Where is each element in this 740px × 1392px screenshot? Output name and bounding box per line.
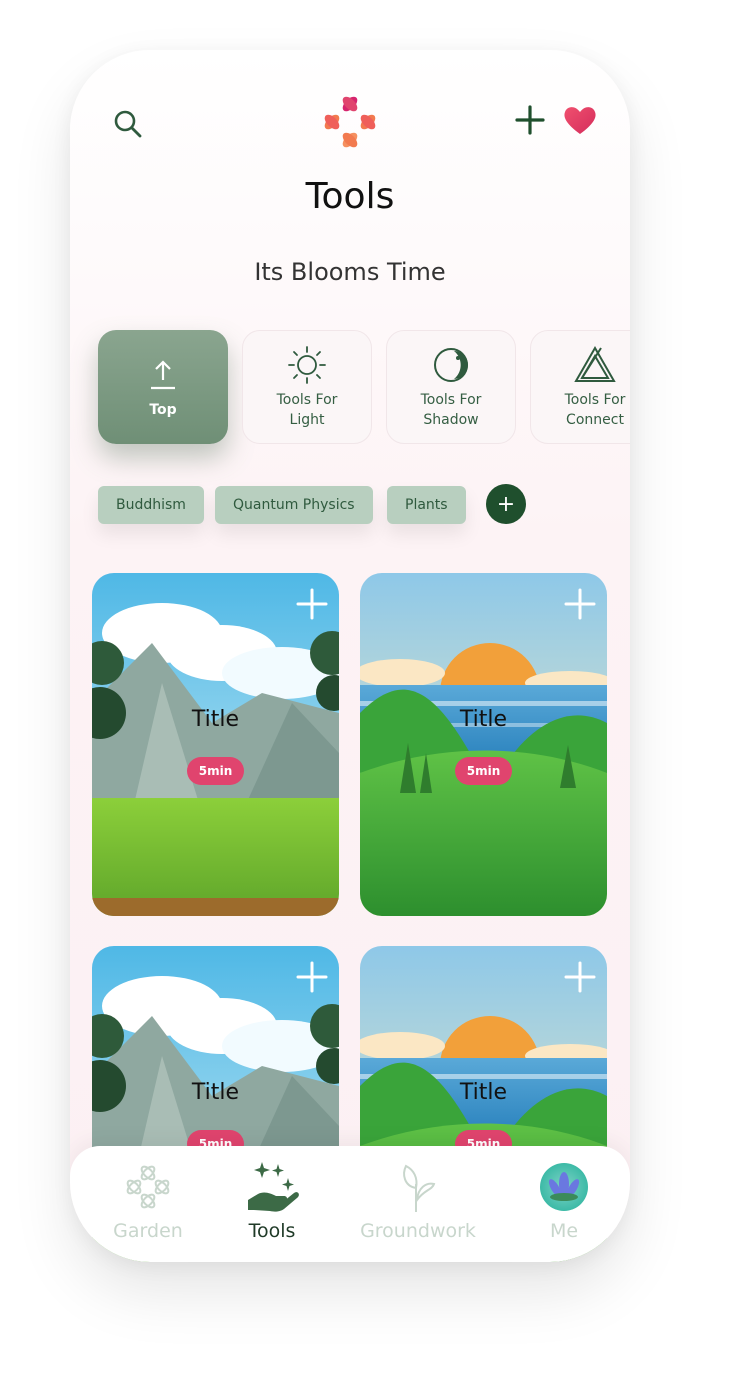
- card-title: Title: [459, 1080, 508, 1105]
- nav-label: Garden: [113, 1220, 183, 1242]
- add-card-icon[interactable]: [295, 960, 329, 994]
- duration-badge: 5min: [187, 757, 244, 785]
- nav-label: Me: [549, 1220, 579, 1242]
- nav-label: Tools: [248, 1220, 296, 1242]
- tool-card-grid: Title 5min Title 5min Title 5min Title 5…: [70, 50, 630, 1262]
- nav-tools[interactable]: Tools: [202, 1160, 342, 1256]
- add-card-icon[interactable]: [563, 587, 597, 621]
- avatar-lotus-icon: [539, 1160, 589, 1214]
- card-title: Title: [191, 707, 240, 732]
- nav-garden[interactable]: Garden: [78, 1160, 218, 1256]
- nav-me[interactable]: Me: [494, 1160, 630, 1256]
- tool-card[interactable]: Title 5min: [92, 573, 339, 916]
- phone-frame: Tools Its Blooms Time Top Tools For Ligh…: [70, 50, 630, 1262]
- tool-card[interactable]: Title 5min: [360, 573, 607, 916]
- hand-sparkles-icon: [244, 1160, 300, 1214]
- add-card-icon[interactable]: [563, 960, 597, 994]
- add-card-icon[interactable]: [295, 587, 329, 621]
- sunset-lake-image: [360, 573, 607, 916]
- nav-groundwork[interactable]: Groundwork: [348, 1160, 488, 1256]
- bottom-navigation: Garden Tools Groundwork Me: [70, 1146, 630, 1262]
- garden-flower-icon: [122, 1160, 174, 1214]
- nav-label: Groundwork: [360, 1220, 476, 1242]
- mountain-meadow-image: [92, 573, 339, 916]
- card-title: Title: [459, 707, 508, 732]
- card-title: Title: [191, 1080, 240, 1105]
- duration-badge: 5min: [455, 757, 512, 785]
- sprout-icon: [398, 1160, 438, 1214]
